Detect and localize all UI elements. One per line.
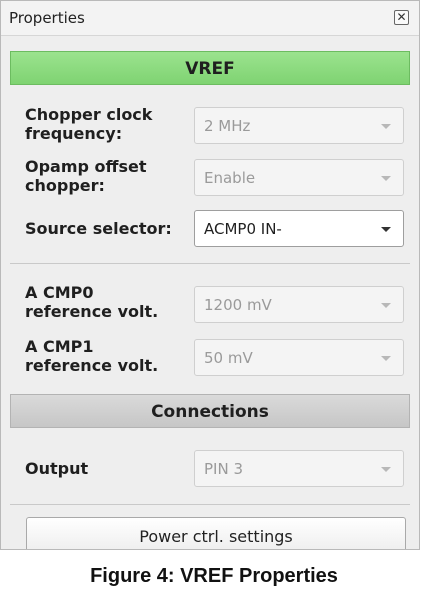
chevron-down-icon [381,124,391,129]
opamp-offset-dropdown[interactable]: Enable [194,159,404,196]
chevron-down-icon [381,176,391,181]
panel-titlebar: Properties ✕ [1,1,419,36]
divider [10,504,410,505]
acmp1-ref-dropdown[interactable]: 50 mV [194,339,404,376]
chevron-down-icon [381,227,391,232]
chopper-clock-dropdown[interactable]: 2 MHz [194,107,404,144]
figure-caption: Figure 4: VREF Properties [90,565,338,587]
acmp0-ref-dropdown[interactable]: 1200 mV [194,286,404,323]
power-ctrl-settings-button[interactable]: Power ctrl. settings [26,517,406,549]
chevron-down-icon [381,356,391,361]
close-icon[interactable]: ✕ [394,10,409,25]
panel-title: Properties [9,9,85,27]
chopper-clock-label: Chopper clock frequency: [25,105,153,143]
acmp1-ref-label: A CMP1 reference volt. [25,337,159,375]
properties-panel: Properties ✕ VREF Chopper clock frequenc… [0,0,420,550]
acmp0-ref-label: A CMP0 reference volt. [25,283,159,321]
source-selector-dropdown[interactable]: ACMP0 IN- [194,210,404,247]
connections-section-header[interactable]: Connections [10,394,410,428]
chevron-down-icon [381,467,391,472]
chevron-down-icon [381,303,391,308]
divider [10,263,410,264]
vref-section-header[interactable]: VREF [10,51,410,85]
output-label: Output [25,459,89,478]
output-dropdown[interactable]: PIN 3 [194,450,404,487]
opamp-offset-label: Opamp offset chopper: [25,157,147,195]
source-selector-label: Source selector: [25,219,172,238]
